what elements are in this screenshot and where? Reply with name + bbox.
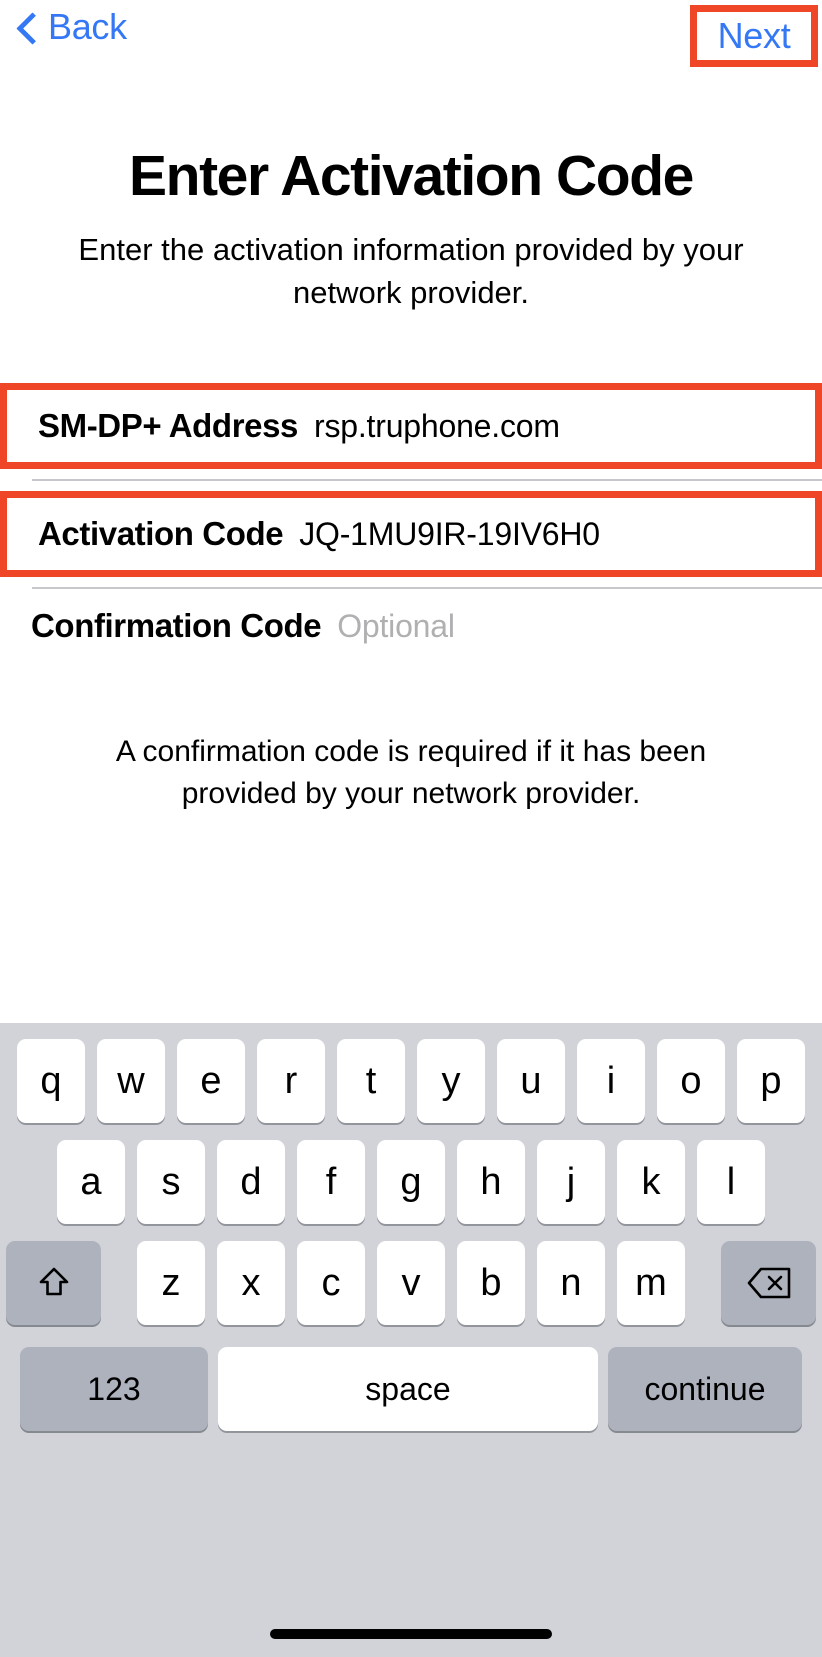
key-s[interactable]: s: [137, 1140, 205, 1224]
key-i[interactable]: i: [577, 1039, 645, 1123]
key-p[interactable]: p: [737, 1039, 805, 1123]
key-w[interactable]: w: [97, 1039, 165, 1123]
activation-code-field[interactable]: Activation Code JQ-1MU9IR-19IV6H0: [0, 491, 822, 577]
sm-dp-address-value: rsp.truphone.com: [314, 408, 560, 444]
key-b[interactable]: b: [457, 1241, 525, 1325]
key-q[interactable]: q: [17, 1039, 85, 1123]
numeric-mode-key[interactable]: 123: [20, 1347, 208, 1431]
key-h[interactable]: h: [457, 1140, 525, 1224]
page-title: Enter Activation Code: [129, 144, 694, 208]
sm-dp-address-label: SM-DP+ Address: [38, 407, 298, 444]
activation-form: SM-DP+ Address rsp.truphone.com Activati…: [0, 383, 822, 663]
key-o[interactable]: o: [657, 1039, 725, 1123]
key-e[interactable]: e: [177, 1039, 245, 1123]
key-m[interactable]: m: [617, 1241, 685, 1325]
activation-code-label: Activation Code: [38, 515, 284, 552]
key-k[interactable]: k: [617, 1140, 685, 1224]
iphone-esim-activation-screen: Back Next Enter Activation Code Enter th…: [0, 0, 822, 1657]
next-button[interactable]: Next: [690, 5, 818, 67]
field-gap: [0, 469, 822, 479]
navigation-bar: Back Next: [0, 0, 822, 72]
key-j[interactable]: j: [537, 1140, 605, 1224]
keyboard-row-2: asdfghjkl: [0, 1123, 822, 1224]
key-c[interactable]: c: [297, 1241, 365, 1325]
space-key[interactable]: space: [218, 1347, 598, 1431]
sm-dp-address-field[interactable]: SM-DP+ Address rsp.truphone.com: [0, 383, 822, 469]
field-gap: [0, 481, 822, 491]
field-gap: [0, 577, 822, 587]
key-z[interactable]: z: [137, 1241, 205, 1325]
confirmation-code-field[interactable]: Confirmation Code Optional: [0, 589, 822, 663]
key-t[interactable]: t: [337, 1039, 405, 1123]
shift-key[interactable]: [6, 1241, 101, 1325]
delete-backspace-icon: [747, 1267, 790, 1299]
confirmation-code-placeholder: Optional: [337, 608, 455, 644]
confirmation-code-label: Confirmation Code: [31, 607, 322, 644]
chevron-left-icon: [18, 10, 38, 44]
return-key[interactable]: continue: [608, 1347, 802, 1431]
key-d[interactable]: d: [217, 1140, 285, 1224]
home-indicator: [270, 1629, 552, 1639]
keyboard-row-4: 123 space continue: [0, 1325, 822, 1431]
keyboard-row-3: zxcvbnm: [0, 1224, 822, 1325]
key-g[interactable]: g: [377, 1140, 445, 1224]
key-l[interactable]: l: [697, 1140, 765, 1224]
keyboard-row-1: qwertyuiop: [0, 1023, 822, 1123]
delete-key[interactable]: [721, 1241, 816, 1325]
activation-code-value: JQ-1MU9IR-19IV6H0: [299, 516, 600, 552]
next-button-label: Next: [717, 15, 791, 56]
back-button[interactable]: Back: [18, 8, 127, 46]
key-a[interactable]: a: [57, 1140, 125, 1224]
form-footnote: A confirmation code is required if it ha…: [115, 735, 707, 810]
key-x[interactable]: x: [217, 1241, 285, 1325]
back-button-label: Back: [48, 6, 127, 47]
key-u[interactable]: u: [497, 1039, 565, 1123]
key-f[interactable]: f: [297, 1140, 365, 1224]
key-r[interactable]: r: [257, 1039, 325, 1123]
shift-arrow-up-icon: [39, 1267, 68, 1296]
key-v[interactable]: v: [377, 1241, 445, 1325]
key-n[interactable]: n: [537, 1241, 605, 1325]
page-subtitle: Enter the activation information provide…: [78, 232, 744, 310]
on-screen-keyboard: qwertyuiop asdfghjkl zxcvbnm 123 space c…: [0, 1023, 822, 1657]
key-y[interactable]: y: [417, 1039, 485, 1123]
